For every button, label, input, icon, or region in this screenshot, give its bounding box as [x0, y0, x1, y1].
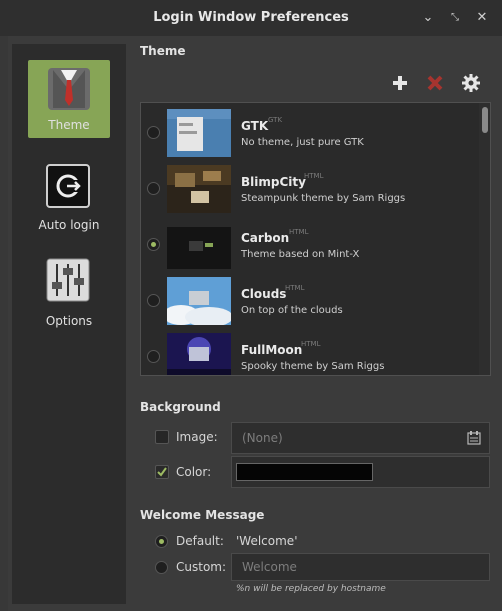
theme-name: GTK [241, 119, 269, 133]
list-item[interactable]: FullMoon HTML Spooky theme by Sam Riggs [141, 329, 479, 375]
image-checkbox[interactable] [155, 430, 169, 444]
theme-description: Spooky theme by Sam Riggs [241, 361, 385, 372]
theme-radio[interactable] [147, 350, 160, 363]
sidebar-item-options[interactable]: Options [12, 256, 126, 340]
file-chooser-icon[interactable] [467, 431, 481, 445]
image-label: Image: [176, 430, 218, 444]
sidebar-item-label: Options [45, 314, 93, 328]
sidebar-item-label: Auto login [38, 218, 100, 232]
minimize-icon[interactable]: ⌄ [420, 10, 436, 26]
sidebar-item-theme[interactable]: Theme [12, 60, 126, 160]
remove-icon[interactable] [426, 74, 444, 92]
list-item[interactable]: Carbon HTML Theme based on Mint-X [141, 217, 479, 273]
welcome-heading: Welcome Message [140, 508, 265, 522]
restore-icon[interactable]: ⤡ [447, 10, 463, 26]
list-item[interactable]: GTK GTK No theme, just pure GTK [141, 105, 479, 161]
title-bar: Login Window Preferences ⌄ ⤡ ✕ [0, 0, 502, 36]
theme-description: Theme based on Mint-X [241, 249, 360, 260]
theme-description: Steampunk theme by Sam Riggs [241, 193, 406, 204]
custom-welcome-input[interactable]: Welcome [231, 553, 490, 581]
gear-icon[interactable] [462, 74, 480, 92]
sidebar-item-auto-login[interactable]: Auto login [12, 162, 126, 242]
theme-type: HTML [304, 172, 324, 180]
custom-placeholder: Welcome [242, 560, 297, 574]
theme-thumbnail [167, 109, 231, 157]
theme-thumbnail [167, 333, 231, 375]
default-label: Default: [176, 534, 224, 548]
sliders-icon [46, 258, 90, 302]
theme-thumbnail [167, 277, 231, 325]
background-heading: Background [140, 400, 221, 414]
image-file-field[interactable]: (None) [231, 422, 490, 454]
list-item[interactable]: BlimpCity HTML Steampunk theme by Sam Ri… [141, 161, 479, 217]
scrollbar-thumb[interactable] [482, 107, 488, 133]
scrollbar[interactable] [479, 103, 490, 375]
default-radio[interactable] [155, 535, 168, 548]
theme-thumbnail [167, 165, 231, 213]
theme-name: FullMoon [241, 343, 303, 357]
color-checkbox[interactable] [155, 465, 169, 479]
hostname-hint: %n will be replaced by hostname [236, 584, 386, 594]
theme-type: HTML [301, 340, 321, 348]
theme-radio[interactable] [147, 238, 160, 251]
color-swatch[interactable] [236, 463, 373, 481]
theme-radio[interactable] [147, 182, 160, 195]
image-placeholder: (None) [242, 431, 283, 445]
theme-name: Carbon [241, 231, 290, 245]
theme-type: HTML [289, 228, 309, 236]
power-icon [46, 164, 90, 208]
theme-type: HTML [285, 284, 305, 292]
checkmark-icon [157, 467, 167, 477]
color-label: Color: [176, 465, 212, 479]
sidebar: Theme Auto login Options [12, 44, 126, 604]
theme-type: GTK [268, 116, 283, 124]
theme-heading: Theme [140, 44, 186, 58]
add-icon[interactable] [391, 74, 409, 92]
theme-radio[interactable] [147, 294, 160, 307]
theme-description: No theme, just pure GTK [241, 137, 364, 148]
sidebar-item-label: Theme [48, 118, 90, 132]
theme-radio[interactable] [147, 126, 160, 139]
custom-label: Custom: [176, 560, 227, 574]
default-value: 'Welcome' [236, 534, 298, 548]
theme-name: Clouds [241, 287, 287, 301]
theme-list[interactable]: GTK GTK No theme, just pure GTK BlimpCit… [140, 102, 491, 376]
theme-description: On top of the clouds [241, 305, 343, 316]
list-item[interactable]: Clouds HTML On top of the clouds [141, 273, 479, 329]
theme-thumbnail [167, 221, 231, 269]
close-icon[interactable]: ✕ [474, 10, 490, 26]
theme-name: BlimpCity [241, 175, 306, 189]
custom-radio[interactable] [155, 561, 168, 574]
